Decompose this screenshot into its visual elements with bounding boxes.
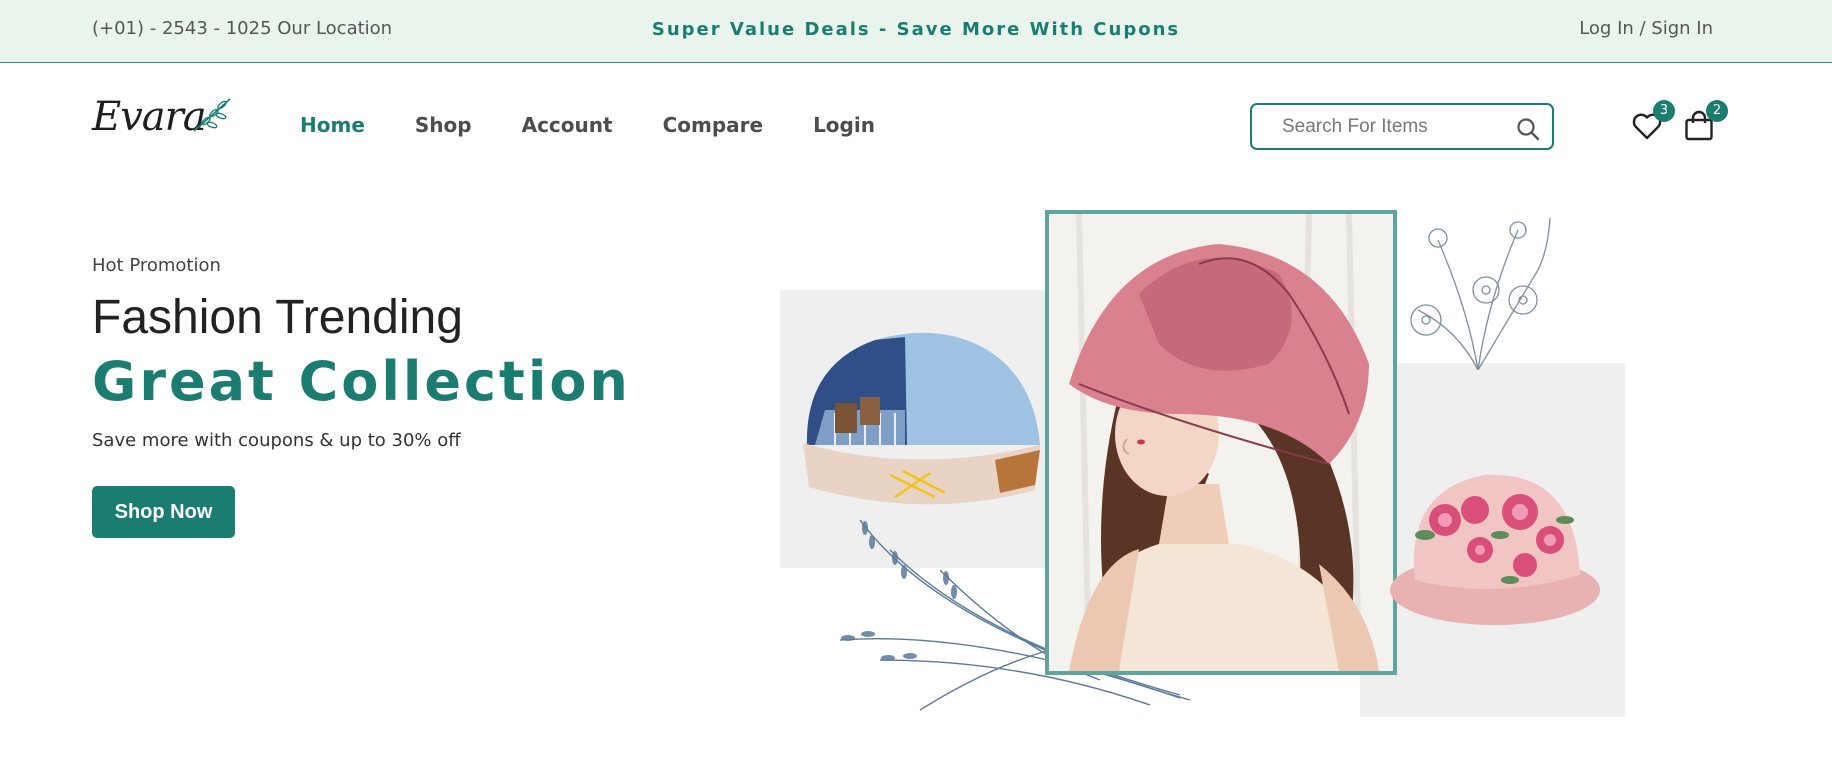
nav-item-login[interactable]: Login — [813, 113, 875, 137]
shop-now-button[interactable]: Shop Now — [92, 486, 235, 538]
wishlist-count-badge: 3 — [1653, 100, 1675, 122]
denim-cap-image — [803, 332, 1040, 505]
hero-title-line2: Great Collection — [92, 350, 631, 413]
search-input[interactable] — [1282, 115, 1502, 139]
woman-in-hat-image — [1049, 214, 1393, 671]
floral-sketch-image — [1410, 217, 1551, 370]
search-box — [1250, 103, 1554, 150]
hero-title-line1: Fashion Trending — [92, 291, 463, 344]
pink-rose-hat-image — [1390, 474, 1600, 625]
nav-item-compare[interactable]: Compare — [663, 113, 764, 137]
logo-wordmark: Evara — [92, 94, 207, 140]
promo-banner-text: Super Value Deals - Save More With Cupon… — [651, 19, 1181, 40]
cart-count-badge: 2 — [1706, 100, 1728, 122]
login-signin-link[interactable]: Log In / Sign In — [1579, 18, 1713, 39]
hero-subtitle: Save more with coupons & up to 30% off — [92, 430, 461, 451]
model-photo — [1045, 210, 1397, 675]
hero-eyebrow: Hot Promotion — [92, 255, 221, 276]
cart-button[interactable]: 2 — [1684, 100, 1728, 144]
nav-item-home[interactable]: Home — [300, 113, 365, 137]
search-icon[interactable] — [1516, 117, 1540, 141]
top-bar: (+01) - 2543 - 1025 Our Location Super V… — [0, 0, 1832, 63]
nav-item-shop[interactable]: Shop — [415, 113, 472, 137]
leaf-icon — [193, 98, 231, 132]
wishlist-button[interactable]: 3 — [1632, 100, 1675, 146]
brand-logo[interactable]: Evara — [92, 93, 232, 141]
nav-item-account[interactable]: Account — [522, 113, 613, 137]
main-navigation: Home Shop Account Compare Login — [300, 113, 925, 137]
